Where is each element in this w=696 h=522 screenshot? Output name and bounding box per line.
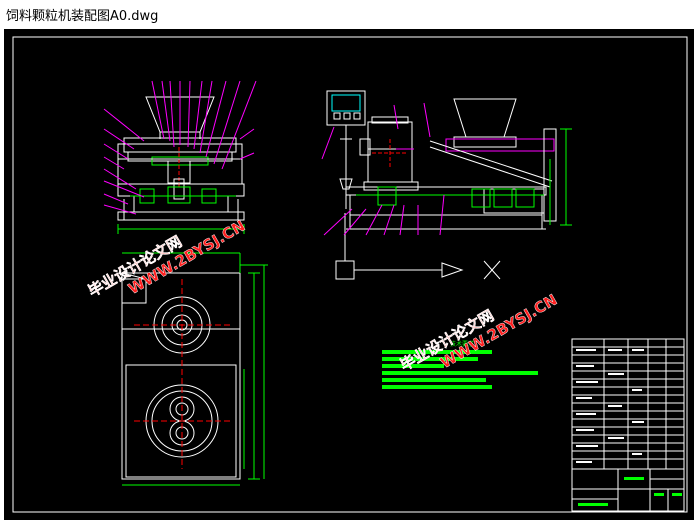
window-title: 饲料颗粒机装配图A0.dwg bbox=[6, 9, 159, 24]
cad-drawing: 技术要求 毕业设计论文网 WWW.2BYSJ.CN 毕业设计论文网 WWW.2B… bbox=[12, 36, 688, 513]
title-block bbox=[571, 338, 685, 512]
front-view-leaders bbox=[103, 80, 257, 215]
plan-view bbox=[121, 272, 241, 480]
cad-drawing-canvas[interactable]: 技术要求 毕业设计论文网 WWW.2BYSJ.CN 毕业设计论文网 WWW.2B… bbox=[4, 29, 694, 520]
app-window: 饲料颗粒机装配图A0.dwg 技术要求 毕业设计论文网 WWW.2BYSJ.CN… bbox=[0, 0, 696, 522]
side-view bbox=[326, 90, 572, 280]
title-bar[interactable]: 饲料颗粒机装配图A0.dwg bbox=[0, 0, 696, 28]
front-view bbox=[117, 96, 245, 234]
watermark-left: 毕业设计论文网 WWW.2BYSJ.CN bbox=[85, 216, 249, 300]
